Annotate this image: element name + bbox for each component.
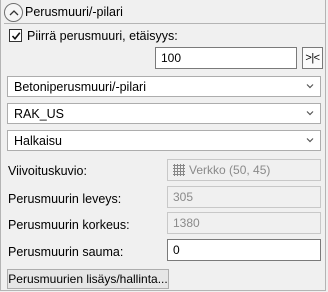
draw-wall-checkbox[interactable] [9,29,22,42]
width-label: Perusmuurin leveys: [8,192,122,206]
chevron-down-icon [306,111,314,116]
layer-value: RAK_US [14,107,65,121]
section-header: Perusmuuri/-pilari [1,0,327,26]
hatch-pattern-field: Verkko (50, 45) [167,159,321,181]
hatch-label: Viivoituskuvio: [8,164,87,178]
foundation-wall-panel: Perusmuuri/-pilari Piirrä perusmuuri, et… [0,0,326,291]
layer-dropdown[interactable]: RAK_US [7,103,321,124]
wall-type-value: Betoniperusmuuri/-pilari [14,80,147,94]
header-divider [4,23,325,24]
chevron-down-icon [306,138,314,143]
grid-pattern-icon [173,164,185,176]
joint-input[interactable]: 0 [167,239,321,261]
distance-pick-button[interactable]: >|< [302,47,323,69]
section-title: Perusmuuri/-pilari [25,5,123,19]
joint-label: Perusmuurin sauma: [8,245,124,259]
section-type-dropdown[interactable]: Halkaisu [7,130,321,151]
height-field: 1380 [167,212,321,234]
collapse-button[interactable] [4,3,23,22]
check-icon [11,31,20,40]
chevron-down-icon [306,84,314,89]
chevron-up-icon [9,10,18,16]
width-field: 305 [167,186,321,208]
hatch-pattern-value: Verkko (50, 45) [189,163,271,177]
draw-wall-label: Piirrä perusmuuri, etäisyys: [27,29,178,43]
height-label: Perusmuurin korkeus: [8,218,130,232]
section-type-value: Halkaisu [14,134,62,148]
distance-input[interactable]: 100 [155,47,297,69]
wall-type-dropdown[interactable]: Betoniperusmuuri/-pilari [7,76,321,97]
manage-walls-button[interactable]: Perusmuurien lisäys/hallinta... [7,269,169,289]
